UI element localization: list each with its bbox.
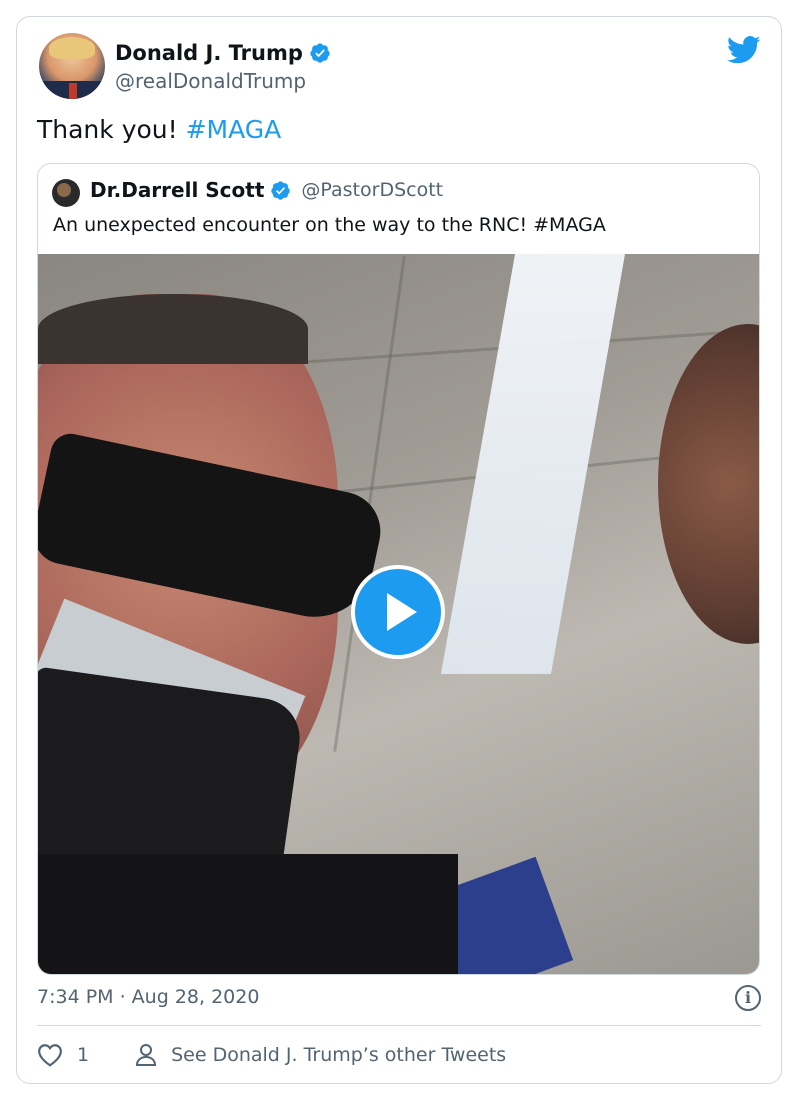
avatar-tie xyxy=(69,83,77,99)
avatar-hair xyxy=(49,37,95,59)
video-shoulder xyxy=(38,854,458,974)
verified-badge-icon xyxy=(310,43,330,63)
tweet-text: Thank you! #MAGA xyxy=(37,113,281,147)
twitter-bird-icon[interactable] xyxy=(727,35,761,65)
author-name[interactable]: Donald J. Trump xyxy=(115,39,303,67)
video-person-right xyxy=(658,324,759,644)
author-block[interactable]: Donald J. Trump @realDonaldTrump xyxy=(115,39,331,95)
quoted-tweet-text: An unexpected encounter on the way to th… xyxy=(53,214,606,236)
info-icon[interactable]: i xyxy=(735,985,761,1011)
verified-badge-icon xyxy=(271,180,291,200)
hashtag-link[interactable]: #MAGA xyxy=(186,115,282,144)
footer-divider xyxy=(37,1025,761,1026)
quoted-author-handle[interactable]: @PastorDScott xyxy=(301,179,443,201)
quoted-tweet[interactable]: Dr.Darrell Scott @PastorDScott An unexpe… xyxy=(37,163,760,975)
tweet-timestamp[interactable]: 7:34 PM · Aug 28, 2020 xyxy=(37,986,259,1008)
video-person-hair xyxy=(38,294,308,364)
author-name-row[interactable]: Donald J. Trump xyxy=(115,39,331,67)
tweet-card[interactable]: Donald J. Trump @realDonaldTrump Thank y… xyxy=(16,16,782,1084)
author-handle[interactable]: @realDonaldTrump xyxy=(115,67,331,95)
tweet-actions: 1 See Donald J. Trump’s other Tweets xyxy=(37,1043,506,1067)
like-count[interactable]: 1 xyxy=(77,1044,89,1066)
quoted-author-name[interactable]: Dr.Darrell Scott xyxy=(90,178,264,202)
other-tweets-link[interactable]: See Donald J. Trump’s other Tweets xyxy=(171,1044,506,1066)
author-avatar[interactable] xyxy=(39,33,105,99)
video-player[interactable] xyxy=(38,254,759,974)
quoted-author-row[interactable]: Dr.Darrell Scott @PastorDScott xyxy=(90,178,443,202)
play-icon[interactable] xyxy=(351,565,445,659)
tweet-text-body: Thank you! xyxy=(37,115,186,144)
heart-icon[interactable] xyxy=(37,1043,63,1067)
person-icon[interactable] xyxy=(135,1043,157,1067)
quoted-author-avatar[interactable] xyxy=(52,179,80,207)
